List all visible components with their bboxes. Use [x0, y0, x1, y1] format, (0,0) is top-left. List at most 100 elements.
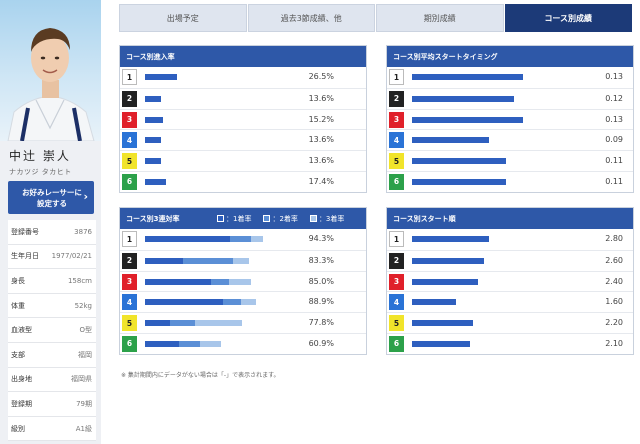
table-row: 3 85.0%: [120, 270, 366, 292]
info-value: 79期: [76, 399, 92, 408]
stacked-bar-second: [230, 236, 252, 242]
lane-number-badge: 1: [389, 69, 404, 85]
table-row: 6 2.10: [387, 332, 633, 354]
legend-label: ：2着率: [272, 214, 298, 223]
tab-label: 期別成績: [423, 13, 456, 23]
bar-track: [145, 340, 285, 347]
bar-track: [145, 320, 285, 327]
tab-term-results[interactable]: 期別成績: [376, 4, 504, 32]
table-row: 2 83.3%: [120, 249, 366, 271]
legend-label: ：1着率: [226, 214, 252, 223]
lane-number-badge: 4: [389, 294, 404, 311]
table-row: 3 0.13: [387, 108, 633, 130]
panel-top3-rate: コース別3連対率 ：1着率 ：2着率 ：3着率 1 94.3% 2 83.3% 3 85.…: [119, 207, 367, 355]
panel-course-entry-rate: コース別進入率 1 26.5% 2 13.6% 3 15.2% 4 13.6% 5 13.6% 6 1…: [119, 45, 367, 193]
info-row: 登録番号 3876: [8, 220, 96, 245]
tab-label: 出場予定: [166, 13, 199, 23]
tab-schedule[interactable]: 出場予定: [119, 4, 247, 32]
set-favorite-racer-button[interactable]: お好みレーサーに 設定する ›: [8, 181, 94, 214]
table-row: 6 60.9%: [120, 332, 366, 354]
info-label: 登録番号: [11, 227, 39, 236]
lane-number-badge: 4: [389, 132, 404, 149]
bar-track: [412, 236, 552, 242]
info-value: 158cm: [67, 276, 92, 285]
bar-track: [412, 74, 552, 80]
panel-rows: 1 26.5% 2 13.6% 3 15.2% 4 13.6% 5 13.6% 6 17.4%: [120, 67, 366, 192]
panel-title: コース別3連対率: [126, 214, 180, 223]
value-label: 2.10: [605, 338, 623, 348]
lane-number-badge: 5: [389, 315, 404, 332]
lane-number-badge: 6: [122, 335, 137, 352]
value-bar: [412, 299, 456, 306]
profile-sidebar: 中辻 崇人 ナカツジ タカヒト お好みレーサーに 設定する › 登録番号 3876 生…: [0, 0, 101, 444]
panel-title: コース別平均スタートタイミング: [387, 46, 633, 67]
table-row: 3 15.2%: [120, 108, 366, 130]
value-bar: [145, 74, 177, 80]
panel-title: コース別スタート順: [387, 208, 633, 229]
info-row: 体重 52kg: [8, 294, 96, 319]
value-bar: [145, 158, 162, 165]
value-bar: [145, 95, 162, 102]
info-row: 出身地 福岡県: [8, 368, 96, 393]
stacked-bar-second: [222, 299, 242, 306]
panel-avg-start-timing: コース別平均スタートタイミング 1 0.13 2 0.12 3 0.13 4 0.09 5 0.1…: [386, 45, 634, 193]
stacked-bar-third: [232, 257, 250, 264]
tab-course-results[interactable]: コース別成績: [504, 4, 632, 32]
info-label: 体重: [11, 301, 25, 310]
lane-number-badge: 2: [122, 252, 137, 269]
panel-title: コース別進入率: [120, 46, 366, 67]
stacked-bar-second: [182, 257, 233, 264]
legend-swatch: [263, 215, 271, 222]
legend-item-second: ：2着率: [263, 214, 298, 224]
info-row: 支部 福岡: [8, 343, 96, 368]
bar-track: [145, 74, 285, 80]
bar-track: [145, 278, 285, 285]
bar-track: [412, 257, 552, 264]
tab-label: コース別成績: [544, 13, 593, 23]
info-row: 生年月日 1977/02/21: [8, 245, 96, 270]
panel-rows: 1 94.3% 2 83.3% 3 85.0% 4 88.9% 5 77.8% 6 60.9%: [120, 229, 366, 354]
racer-name-kana: ナカツジ タカヒト: [9, 168, 72, 176]
stacked-bar-third: [241, 299, 257, 306]
set-favorite-label: お好みレーサーに 設定する: [22, 187, 82, 208]
value-label: 0.13: [605, 72, 623, 81]
stacked-bar-first: [145, 299, 223, 306]
value-label: 0.12: [605, 93, 623, 103]
lane-number-badge: 4: [122, 294, 137, 311]
value-label: 1.60: [605, 297, 623, 307]
lane-number-badge: 1: [122, 231, 137, 247]
tab-recent-results[interactable]: 過去3節成績、他: [247, 4, 375, 32]
table-row: 5 77.8%: [120, 312, 366, 333]
value-label: 2.60: [605, 255, 623, 265]
value-label: 83.3%: [308, 255, 334, 265]
lane-number-badge: 6: [389, 335, 404, 352]
value-bar: [412, 137, 489, 144]
stacked-bar-third: [251, 236, 263, 242]
value-bar: [145, 137, 162, 144]
lane-number-badge: 3: [122, 111, 137, 128]
value-label: 13.6%: [308, 135, 334, 145]
value-label: 0.13: [605, 114, 623, 124]
panel-start-rank: コース別スタート順 1 2.80 2 2.60 3 2.40 4 1.60 5 2.20 6 2.10: [386, 207, 634, 355]
lane-number-badge: 6: [389, 173, 404, 190]
table-row: 6 0.11: [387, 170, 633, 192]
info-value: O型: [79, 326, 92, 335]
bar-track: [412, 178, 552, 185]
table-row: 2 13.6%: [120, 87, 366, 109]
lane-number-badge: 5: [122, 153, 137, 170]
lane-number-badge: 1: [122, 69, 137, 85]
stacked-bar-second: [170, 320, 195, 327]
stacked-bar-first: [145, 340, 179, 347]
table-row: 1 94.3%: [120, 229, 366, 250]
stacked-bar-first: [145, 257, 183, 264]
racer-info-table: 登録番号 3876 生年月日 1977/02/21 身長 158cm 体重 52kg 血液型 O型…: [8, 220, 96, 442]
info-value: 1977/02/21: [51, 252, 92, 261]
table-row: 4 1.60: [387, 291, 633, 312]
panel-title-bar: コース別3連対率 ：1着率 ：2着率 ：3着率: [120, 208, 366, 229]
info-label: 身長: [11, 276, 25, 285]
lane-number-badge: 4: [122, 132, 137, 149]
value-label: 0.09: [605, 135, 623, 145]
lane-number-badge: 5: [122, 315, 137, 332]
bar-track: [412, 116, 552, 123]
lane-number-badge: 2: [122, 90, 137, 107]
